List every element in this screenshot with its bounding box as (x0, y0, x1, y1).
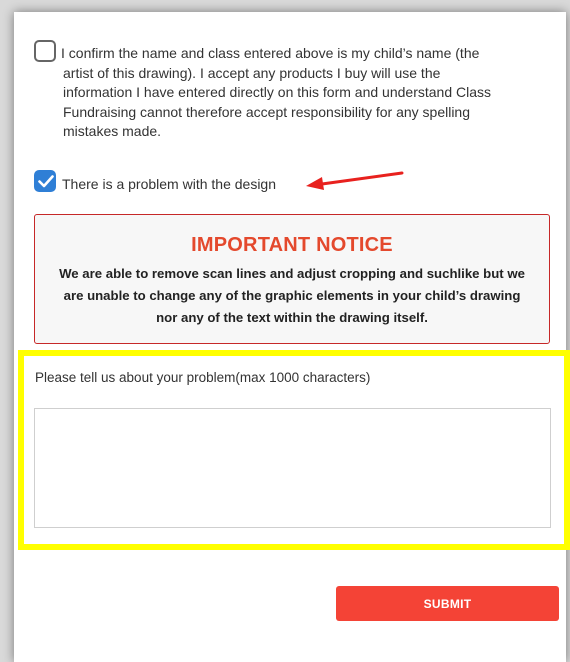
confirm-text: I confirm the name and class entered abo… (61, 44, 551, 142)
confirm-line: artist of this drawing). I accept any pr… (63, 64, 441, 81)
confirm-line: mistakes made. (63, 123, 162, 139)
notice-line: We are able to remove scan lines and adj… (59, 266, 525, 281)
notice-body: We are able to remove scan lines and adj… (55, 263, 529, 329)
confirm-line: Fundraising cannot therefore accept resp… (63, 103, 471, 120)
problem-field-label: Please tell us about your problem(max 10… (35, 370, 371, 385)
notice-title: IMPORTANT NOTICE (191, 234, 393, 256)
problem-checkbox[interactable] (34, 170, 56, 192)
red-arrow-icon (306, 171, 404, 190)
important-notice: IMPORTANT NOTICE We are able to remove s… (34, 214, 550, 344)
checkmark-icon (38, 175, 54, 188)
confirm-line: I confirm the name and class entered abo… (61, 45, 480, 61)
confirm-checkbox[interactable] (34, 40, 56, 62)
problem-checkbox-label: There is a problem with the design (62, 176, 276, 192)
notice-line: are unable to change any of the graphic … (63, 288, 521, 303)
confirm-line: information I have entered directly on t… (63, 84, 492, 100)
submit-button[interactable]: SUBMIT (336, 586, 559, 621)
problem-textarea[interactable] (34, 408, 551, 528)
notice-line: nor any of the text within the drawing i… (156, 310, 428, 325)
